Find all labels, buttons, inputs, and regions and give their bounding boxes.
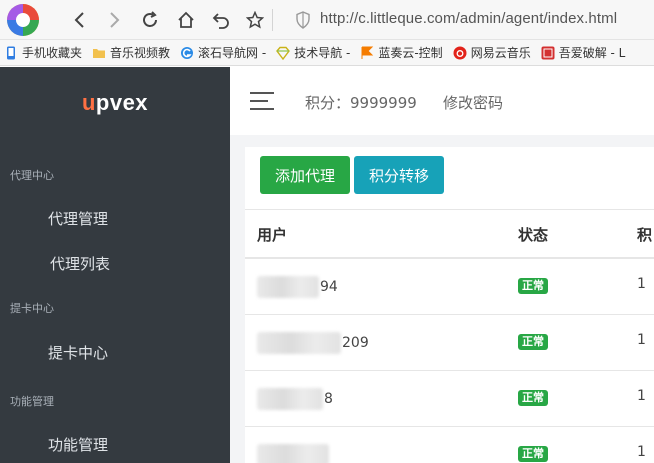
sidebar-item-card-center[interactable]: 提卡中心 [48,342,108,363]
sidebar-item-feature-manage[interactable]: 功能管理 [48,434,108,455]
points-cell: 1 [637,276,646,292]
bookmark-label: 蓝奏云-控制 [378,46,443,60]
points-cell: 1 [637,388,646,404]
bookmark-item[interactable]: 滚石导航网 - [180,44,266,61]
bookmark-item[interactable]: 技术导航 - [276,44,350,61]
table-row[interactable]: 正常 1 [245,427,654,463]
bookmark-item[interactable]: 音乐视频教 [92,44,170,61]
menu-toggle-icon[interactable] [250,92,274,110]
user-cell: 94 [257,276,338,298]
status-badge: 正常 [518,334,548,350]
table-row[interactable]: 209 正常 1 [245,315,654,371]
star-icon [246,11,264,29]
user-suffix: 209 [342,335,369,351]
bookmark-item[interactable]: 蓝奏云-控制 [360,44,443,61]
points-cell: 1 [637,332,646,348]
forward-button[interactable] [102,8,126,32]
bookmark-item[interactable]: 手机收藏夹 [4,44,82,61]
redacted-username [257,276,319,298]
sidebar: upvex 代理中心 代理管理 代理列表 提卡中心 提卡中心 功能管理 功能管理 [0,67,230,463]
shield-icon[interactable] [295,11,311,29]
top-header: 积分：9999999 修改密码 [230,67,654,135]
column-header-points: 积 [637,226,653,244]
bookmark-label: 技术导航 - [294,46,351,60]
bookmark-item[interactable]: 网易云音乐 [453,44,531,61]
browser-toolbar: http://c.littleque.com/admin/agent/index… [0,0,654,40]
transfer-points-button[interactable]: 积分转移 [354,156,444,194]
nav-section-title: 提卡中心 [10,302,54,315]
nav-section-title: 代理中心 [10,169,54,182]
bookmark-label: 音乐视频教 [110,46,171,60]
home-button[interactable] [174,8,198,32]
status-badge: 正常 [518,446,548,462]
bookmarks-bar: 手机收藏夹 音乐视频教 滚石导航网 - 技术导航 - 蓝奏云-控制 网易云音乐 … [0,40,654,66]
netease-icon [453,46,467,59]
status-badge: 正常 [518,390,548,406]
brand-prefix: u [81,90,96,115]
user-cell: 209 [257,332,369,354]
main-content: 积分：9999999 修改密码 添加代理 积分转移 用户 状态 积 94 正常 … [230,67,654,463]
refresh-icon [143,11,157,27]
bookmark-item[interactable]: 吾爱破解 - L [541,44,626,61]
home-icon [178,11,194,28]
redacted-username [257,444,329,463]
user-cell: 8 [257,388,333,410]
bookmark-label: 手机收藏夹 [22,46,83,60]
points-display: 积分：9999999 [305,94,417,112]
status-badge: 正常 [518,278,548,294]
sidebar-item-agent-manage[interactable]: 代理管理 [48,208,108,229]
address-divider [272,9,273,31]
browser-logo-icon[interactable] [4,2,42,38]
brand-text: upvex [82,90,148,116]
table-row[interactable]: 94 正常 1 [245,259,654,315]
g-logo-icon [181,46,194,59]
forward-icon [110,12,120,28]
undo-icon [212,13,229,29]
column-header-status: 状态 [518,226,549,244]
change-password-link[interactable]: 修改密码 [443,92,503,113]
bookmark-label: 滚石导航网 - [198,46,267,60]
add-agent-button[interactable]: 添加代理 [260,156,350,194]
refresh-button[interactable] [138,8,162,32]
redacted-username [257,332,341,354]
sidebar-item-agent-list[interactable]: 代理列表 [50,253,110,274]
undo-button[interactable] [209,8,233,32]
agent-table-card: 添加代理 积分转移 用户 状态 积 94 正常 1 209 正常 1 8 正常 … [245,147,654,463]
bookmark-label: 网易云音乐 [470,46,531,60]
address-bar-url[interactable]: http://c.littleque.com/admin/agent/index… [320,10,617,27]
brand-logo[interactable]: upvex [0,67,230,139]
phone-icon [7,46,15,59]
52pojie-icon [541,46,555,59]
back-icon [74,12,84,28]
bookmark-label: 吾爱破解 - L [558,46,626,60]
table-row[interactable]: 8 正常 1 [245,371,654,427]
user-cell [257,444,330,463]
redacted-username [257,388,323,410]
points-cell: 1 [637,444,646,460]
nav-section-title: 功能管理 [10,395,54,408]
gem-icon [276,46,291,60]
user-suffix: 8 [324,391,333,407]
table-header: 用户 状态 积 [245,209,654,259]
folder-icon [93,48,106,58]
flag-icon [361,46,374,59]
user-suffix: 94 [320,279,338,295]
bookmark-star-button[interactable] [243,8,267,32]
brand-name: pvex [95,90,149,115]
column-header-user: 用户 [257,226,288,244]
back-button[interactable] [68,8,92,32]
